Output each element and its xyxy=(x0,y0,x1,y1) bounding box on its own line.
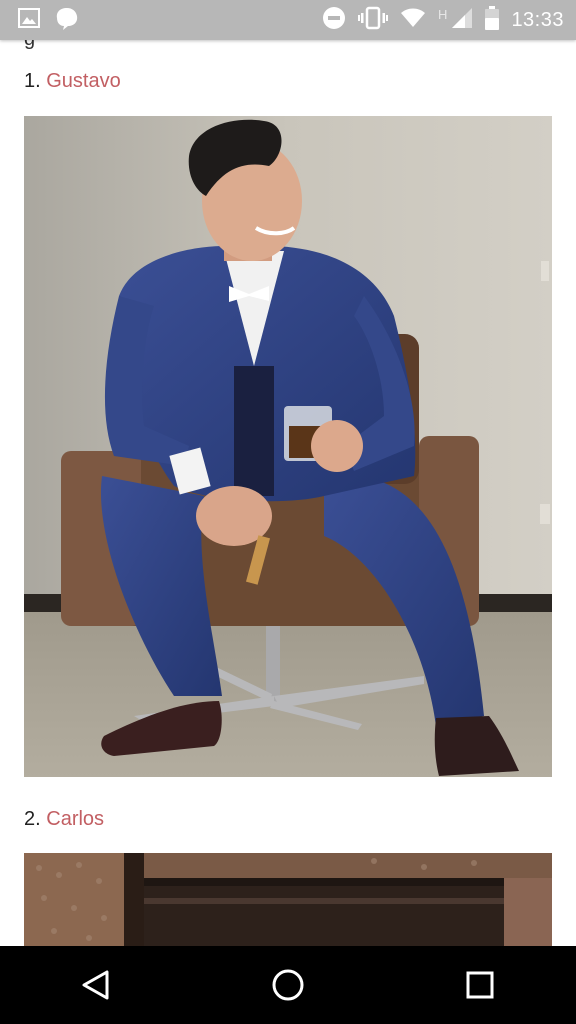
recents-button[interactable] xyxy=(450,955,510,1015)
notification-app-icon xyxy=(54,6,80,35)
entry-number: 1. xyxy=(24,70,41,92)
do-not-disturb-icon xyxy=(322,6,346,35)
signal-icon xyxy=(451,7,473,34)
home-icon xyxy=(272,969,304,1001)
status-left xyxy=(18,6,80,35)
home-button[interactable] xyxy=(258,955,318,1015)
back-button[interactable] xyxy=(66,955,126,1015)
network-type-label: H xyxy=(438,6,448,22)
entry-name-link[interactable]: Carlos xyxy=(46,808,104,830)
back-icon xyxy=(82,970,109,1000)
battery-icon xyxy=(485,5,500,35)
wifi-icon xyxy=(400,8,426,33)
status-right: H 13:33 xyxy=(322,5,564,35)
entry-title-1: 1. Gustavo xyxy=(24,69,121,93)
vibrate-icon xyxy=(358,6,389,35)
article-content[interactable]: g 1. Gustavo xyxy=(0,40,576,946)
recents-icon xyxy=(466,971,494,999)
entry-number: 2. xyxy=(24,808,41,830)
navigation-bar xyxy=(0,946,576,1024)
entry-title-2: 2. Carlos xyxy=(24,807,104,831)
man-in-blue-suit-sitting-on-chair-photo[interactable] xyxy=(24,116,552,777)
brick-building-photo[interactable] xyxy=(24,853,552,946)
status-time: 13:33 xyxy=(511,8,564,31)
status-bar: H 13:33 xyxy=(0,0,576,40)
cut-off-text: g xyxy=(24,40,35,51)
entry-name-link[interactable]: Gustavo xyxy=(46,70,120,92)
gallery-icon xyxy=(18,7,40,33)
